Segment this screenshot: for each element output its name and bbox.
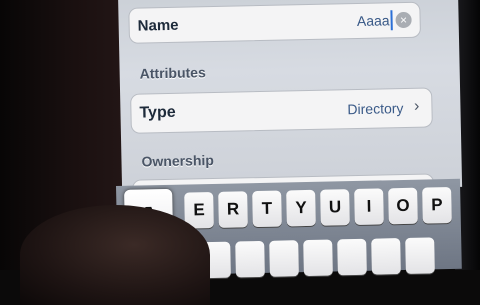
name-field-row[interactable]: Name Aaaa × bbox=[128, 1, 421, 44]
key-y[interactable]: Y bbox=[286, 189, 316, 227]
text-caret bbox=[390, 10, 393, 31]
key-r[interactable]: R bbox=[218, 191, 248, 228]
ownership-section-header: Ownership bbox=[141, 152, 215, 170]
key-i[interactable]: I bbox=[354, 188, 384, 226]
key-t[interactable]: T bbox=[252, 190, 282, 228]
attributes-section-header: Attributes bbox=[139, 64, 206, 82]
type-value: Directory bbox=[347, 100, 404, 118]
key-row2[interactable] bbox=[371, 238, 401, 275]
chevron-right-icon: › bbox=[413, 97, 420, 115]
key-row2[interactable] bbox=[303, 239, 333, 277]
device-screen: Name Aaaa × Attributes Type Directory › … bbox=[118, 0, 463, 212]
name-input[interactable]: Aaaa bbox=[357, 12, 390, 29]
key-u[interactable]: U bbox=[320, 189, 350, 226]
clear-icon[interactable]: × bbox=[395, 11, 412, 29]
key-o[interactable]: O bbox=[388, 187, 418, 225]
key-p[interactable]: P bbox=[422, 186, 452, 224]
type-row[interactable]: Type Directory › bbox=[130, 87, 433, 134]
key-row2[interactable] bbox=[269, 240, 299, 277]
key-row2[interactable] bbox=[405, 237, 435, 274]
key-row2[interactable] bbox=[235, 240, 265, 278]
name-label: Name bbox=[137, 16, 179, 35]
finger-occlusion bbox=[20, 205, 210, 305]
type-label: Type bbox=[139, 103, 176, 122]
